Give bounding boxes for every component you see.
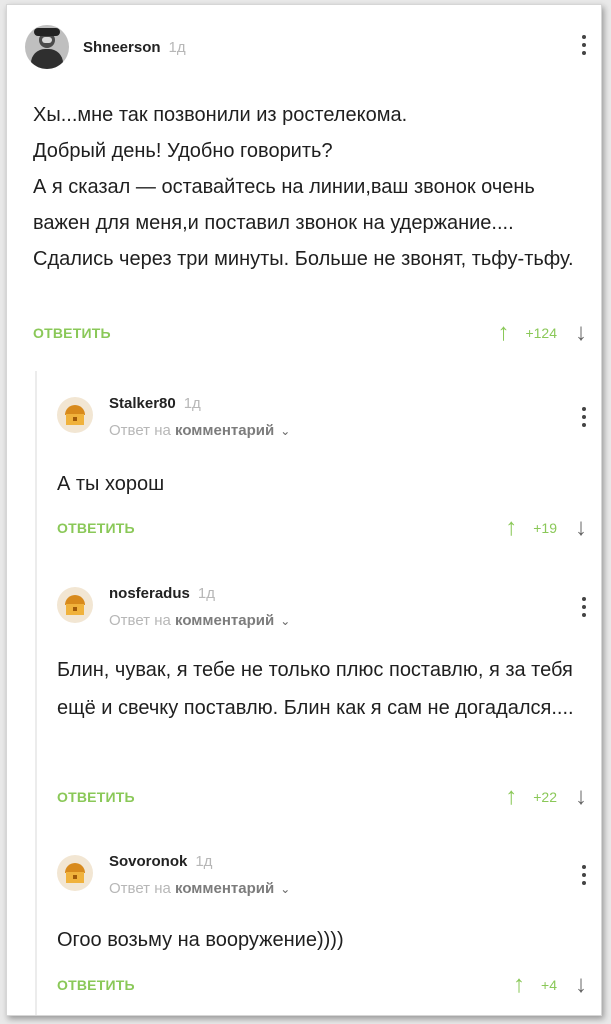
vote-controls: ↑ +22 ↓	[505, 783, 587, 811]
comment-header: Stalker80 1д Ответ на комментарий ⌄	[57, 395, 290, 439]
reply-to-target[interactable]: комментарий	[175, 612, 274, 629]
comment-actions: ОТВЕТИТЬ ↑ +22 ↓	[57, 783, 587, 811]
comment-header: Sovoronok 1д Ответ на комментарий ⌄	[57, 853, 290, 897]
timestamp: 1д	[195, 853, 213, 870]
username[interactable]: Shneerson	[83, 39, 161, 56]
more-menu-icon[interactable]	[581, 597, 587, 617]
more-menu-icon[interactable]	[581, 865, 587, 885]
reply-to-link[interactable]: Ответ на комментарий ⌄	[109, 880, 290, 897]
reply-thread: Stalker80 1д Ответ на комментарий ⌄ А ты …	[35, 371, 601, 1015]
comment-actions: ОТВЕТИТЬ ↑ +19 ↓	[57, 514, 587, 542]
upvote-icon[interactable]: ↑	[513, 971, 525, 999]
timestamp: 1д	[168, 38, 186, 56]
upvote-icon[interactable]: ↑	[505, 514, 517, 542]
downvote-icon[interactable]: ↓	[575, 514, 587, 542]
chevron-down-icon[interactable]: ⌄	[280, 882, 290, 896]
vote-controls: ↑ +124 ↓	[497, 319, 587, 347]
reply-to-link[interactable]: Ответ на комментарий ⌄	[109, 612, 290, 629]
comments-panel: Shneerson 1д Хы...мне так позвонили из р…	[6, 4, 602, 1016]
avatar[interactable]	[57, 587, 93, 623]
reply-to-prefix: Ответ на	[109, 880, 171, 897]
reply-button[interactable]: ОТВЕТИТЬ	[33, 325, 111, 341]
chevron-down-icon[interactable]: ⌄	[280, 424, 290, 438]
username[interactable]: nosferadus	[109, 585, 190, 602]
vote-controls: ↑ +4 ↓	[513, 971, 587, 999]
upvote-icon[interactable]: ↑	[505, 783, 517, 811]
root-comment: Shneerson 1д Хы...мне так позвонили из р…	[7, 5, 601, 357]
username[interactable]: Stalker80	[109, 395, 176, 412]
username[interactable]: Sovoronok	[109, 853, 187, 870]
reply-comment: nosferadus 1д Ответ на комментарий ⌄ Блин…	[37, 561, 601, 829]
avatar[interactable]	[57, 855, 93, 891]
comment-text: Блин, чувак, я тебе не только плюс поста…	[57, 659, 574, 719]
vote-controls: ↑ +19 ↓	[505, 514, 587, 542]
comment-header: nosferadus 1д Ответ на комментарий ⌄	[57, 585, 290, 629]
reply-button[interactable]: ОТВЕТИТЬ	[57, 520, 135, 536]
downvote-icon[interactable]: ↓	[575, 971, 587, 999]
score: +19	[533, 520, 557, 536]
more-menu-icon[interactable]	[581, 407, 587, 427]
timestamp: 1д	[197, 585, 215, 602]
comment-actions: ОТВЕТИТЬ ↑ +4 ↓	[57, 971, 587, 999]
comment-actions: ОТВЕТИТЬ ↑ +124 ↓	[33, 319, 587, 347]
reply-comment: Stalker80 1д Ответ на комментарий ⌄ А ты …	[37, 371, 601, 561]
downvote-icon[interactable]: ↓	[575, 319, 587, 347]
reply-to-prefix: Ответ на	[109, 612, 171, 629]
comment-text: А ты хорош	[57, 473, 165, 495]
comment-text: Хы...мне так позвонили из ростелекома. Д…	[33, 104, 574, 270]
reply-to-target[interactable]: комментарий	[175, 880, 274, 897]
comment-text: Огоо возьму на вооружение))))	[57, 929, 344, 951]
score: +4	[541, 977, 557, 993]
chevron-down-icon[interactable]: ⌄	[280, 614, 290, 628]
score: +124	[525, 325, 557, 341]
avatar[interactable]	[57, 397, 93, 433]
reply-comment: Sovoronok 1д Ответ на комментарий ⌄ Огоо …	[37, 829, 601, 1009]
downvote-icon[interactable]: ↓	[575, 783, 587, 811]
reply-to-link[interactable]: Ответ на комментарий ⌄	[109, 422, 290, 439]
reply-to-prefix: Ответ на	[109, 422, 171, 439]
upvote-icon[interactable]: ↑	[497, 319, 509, 347]
reply-button[interactable]: ОТВЕТИТЬ	[57, 789, 135, 805]
reply-button[interactable]: ОТВЕТИТЬ	[57, 977, 135, 993]
timestamp: 1д	[183, 395, 201, 412]
more-menu-icon[interactable]	[581, 35, 587, 55]
score: +22	[533, 789, 557, 805]
reply-to-target[interactable]: комментарий	[175, 422, 274, 439]
comment-header: Shneerson 1д	[25, 25, 186, 69]
avatar[interactable]	[25, 25, 69, 69]
